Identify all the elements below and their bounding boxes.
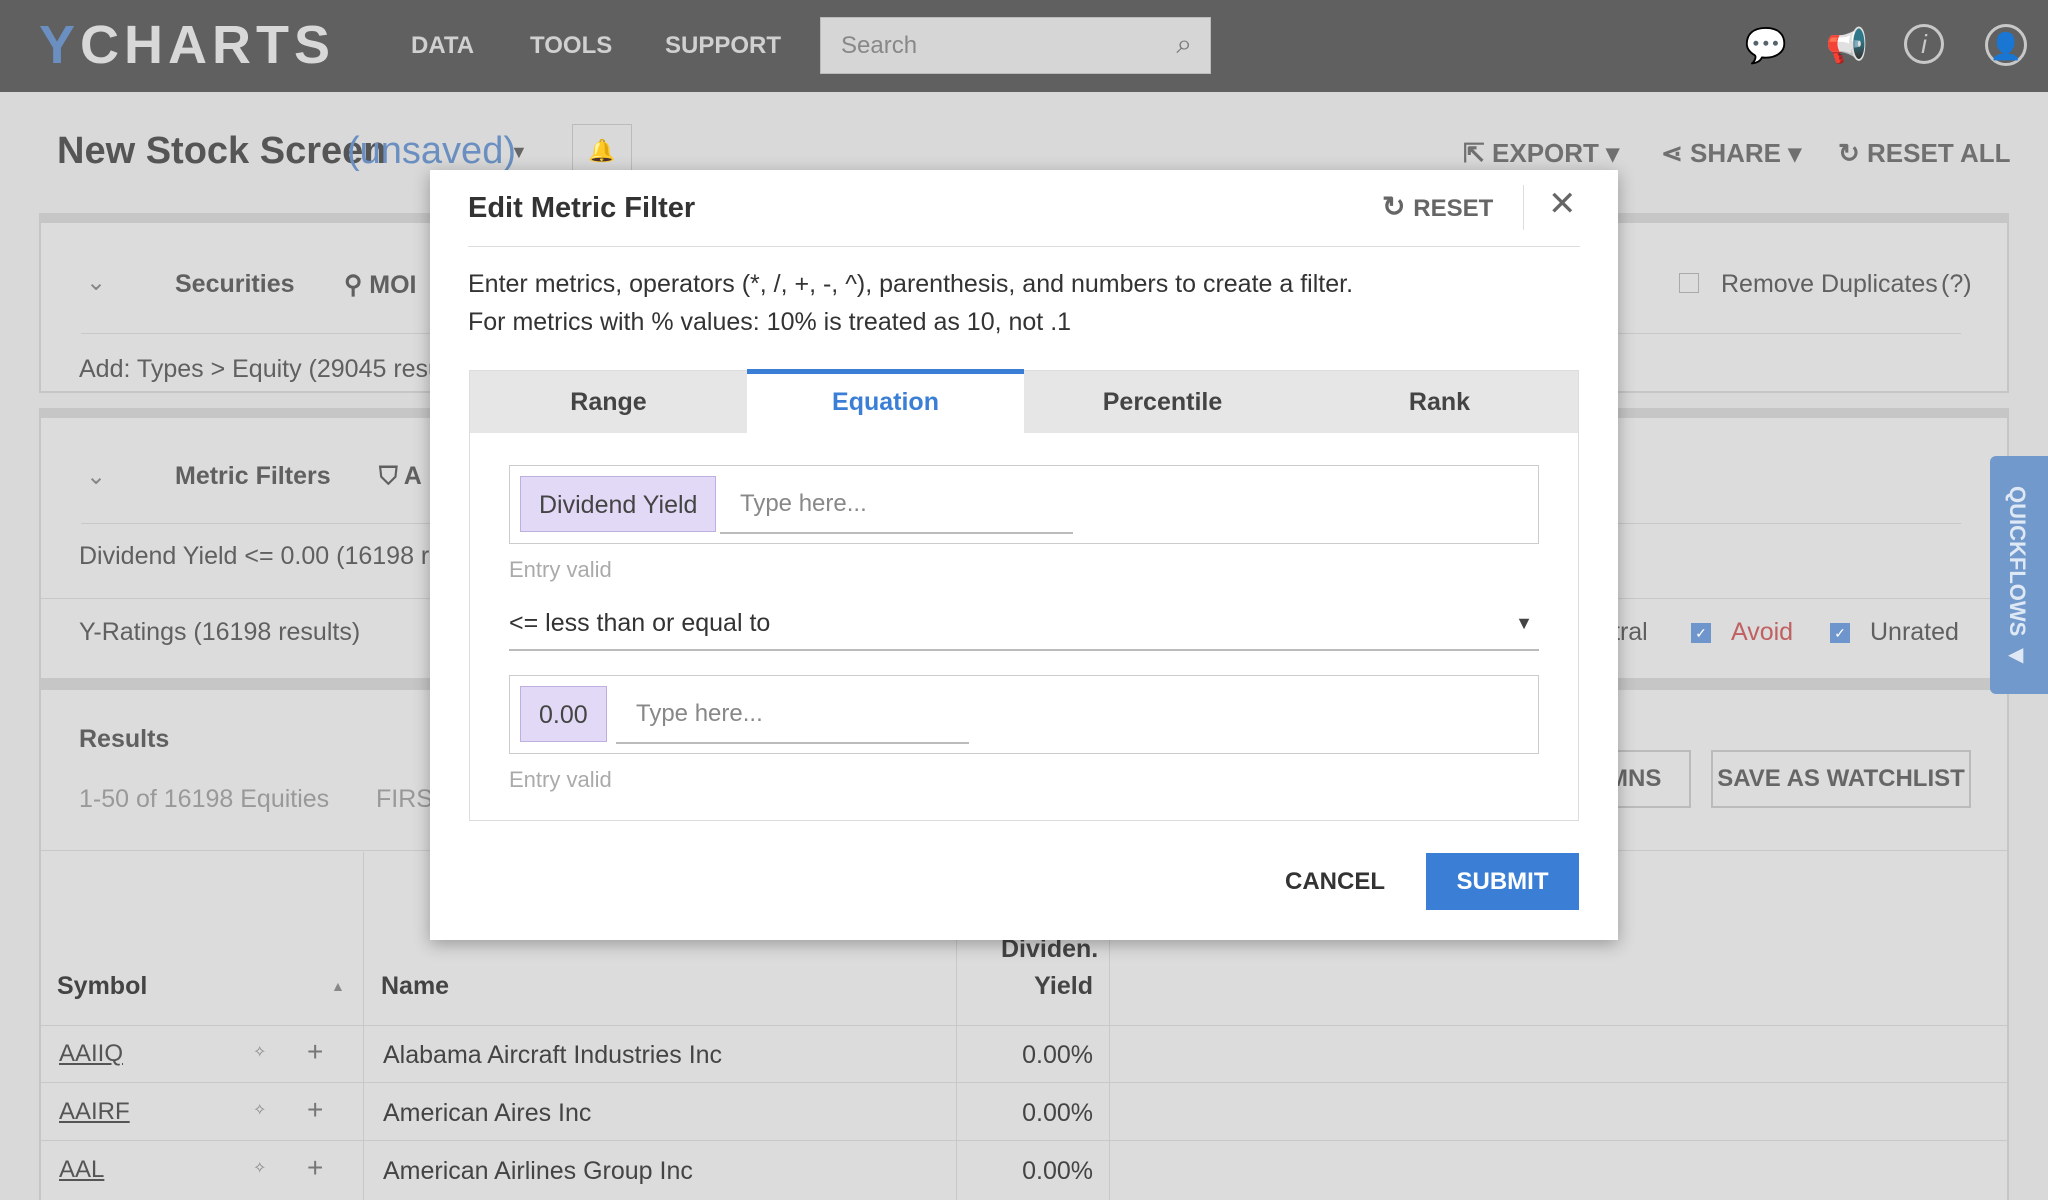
nav-support[interactable]: SUPPORT — [665, 32, 781, 60]
search-placeholder: Search — [841, 32, 918, 59]
metric-chip[interactable]: Dividend Yield — [520, 476, 717, 532]
collapse-icon[interactable]: ⌄ — [86, 462, 106, 491]
info-icon[interactable]: i — [1904, 24, 1944, 64]
symbol-link[interactable]: AAIIQ — [59, 1040, 123, 1068]
search-icon[interactable]: ⌕ — [1176, 28, 1192, 61]
dividend-yield-filter-row[interactable]: Dividend Yield <= 0.00 (16198 res — [79, 542, 456, 571]
table-row[interactable]: AAIRF ✧ + American Aires Inc 0.00% — [41, 1084, 2007, 1141]
reset-label: RESET — [1413, 195, 1494, 222]
reset-all-button[interactable]: ↻ RESET ALL — [1838, 138, 2011, 169]
nav-data[interactable]: DATA — [411, 32, 474, 60]
table-row[interactable]: AAL ✧ + American Airlines Group Inc 0.00… — [41, 1142, 2007, 1199]
plus-icon[interactable]: + — [307, 1036, 323, 1068]
export-label: EXPORT — [1492, 138, 1599, 168]
user-icon[interactable]: 👤 — [1985, 24, 2027, 66]
add-filter-button[interactable]: ⛉ A — [379, 462, 422, 491]
dividend-yield-value: 0.00% — [1022, 1099, 1093, 1127]
reset-button[interactable]: ↻ RESET — [1382, 190, 1493, 223]
tab-rank[interactable]: Rank — [1301, 371, 1578, 433]
close-icon[interactable]: ✕ — [1548, 184, 1577, 224]
value-type-input[interactable]: Type here... — [616, 686, 969, 744]
metric-filters-label: Metric Filters — [175, 462, 331, 490]
pin-icon[interactable]: ✧ — [253, 1042, 266, 1062]
chat-icon[interactable]: 💬 — [1744, 24, 1788, 68]
company-name: Alabama Aircraft Industries Inc — [383, 1041, 723, 1069]
avoid-label: Avoid — [1731, 618, 1794, 646]
sort-asc-icon[interactable]: ▲ — [331, 978, 345, 994]
instructions-line-2: For metrics with % values: 10% is treate… — [468, 308, 1072, 336]
top-bar: YCHARTS DATA TOOLS SUPPORT Search ⌕ 💬 📢 i… — [0, 0, 2048, 92]
unrated-label: Unrated — [1870, 618, 1959, 646]
pin-icon[interactable]: ✧ — [253, 1100, 266, 1120]
mode-label: MOI — [369, 271, 417, 299]
add-filter-label: A — [403, 462, 422, 490]
metric-equation-field[interactable]: Dividend Yield Type here... — [509, 465, 1539, 544]
operator-value: <= less than or equal to — [509, 609, 771, 637]
pin-icon[interactable]: ✧ — [253, 1158, 266, 1178]
quickflows-label: QUICKFLOWS — [2005, 486, 2030, 637]
avoid-checkbox[interactable]: ✓ — [1691, 623, 1711, 643]
dropdown-arrow-icon: ▼ — [1515, 613, 1533, 633]
megaphone-icon[interactable]: 📢 — [1825, 24, 1869, 68]
unrated-checkbox[interactable]: ✓ — [1830, 623, 1850, 643]
submit-button[interactable]: SUBMIT — [1426, 853, 1579, 910]
tab-equation[interactable]: Equation — [747, 369, 1024, 431]
ycharts-logo[interactable]: YCHARTS — [39, 14, 335, 76]
tab-percentile[interactable]: Percentile — [1024, 371, 1301, 433]
tab-panel: Range Equation Percentile Rank Dividend … — [469, 369, 1579, 821]
caret-left-icon: ◀ — [2008, 644, 2024, 666]
help-link[interactable]: (?) — [1941, 270, 1972, 299]
plus-icon[interactable]: + — [307, 1152, 323, 1184]
dividend-yield-value: 0.00% — [1022, 1157, 1093, 1185]
caret-down-icon[interactable]: ▼ — [510, 142, 528, 163]
share-button[interactable]: ⋖ SHARE ▾ — [1661, 138, 1801, 169]
rating-neutral-label: tral — [1613, 618, 1648, 646]
remove-duplicates-checkbox[interactable] — [1679, 273, 1699, 293]
export-button[interactable]: ⇱ EXPORT ▾ — [1463, 138, 1619, 169]
quickflows-tab[interactable]: QUICKFLOWS ◀ — [1990, 456, 2048, 694]
validation-message: Entry valid — [509, 767, 612, 792]
value-equation-field[interactable]: 0.00 Type here... — [509, 675, 1539, 754]
share-label: SHARE — [1690, 138, 1782, 168]
company-name: American Aires Inc — [383, 1099, 592, 1127]
metric-type-input[interactable]: Type here... — [720, 476, 1073, 534]
dividend-yield-value: 0.00% — [1022, 1041, 1093, 1069]
sliders-icon: ⚲ — [344, 271, 370, 299]
securities-filter-row[interactable]: Add: Types > Equity (29045 result — [79, 355, 454, 384]
dividend-yield-header[interactable]: Dividen. Yield — [1001, 935, 1098, 1001]
collapse-icon[interactable]: ⌄ — [86, 268, 106, 297]
reset-all-label: RESET ALL — [1867, 138, 2011, 168]
instructions-line-1: Enter metrics, operators (*, /, +, -, ^)… — [468, 270, 1354, 298]
securities-label: Securities — [175, 270, 295, 298]
bell-icon[interactable]: 🔔 — [572, 124, 632, 176]
plus-icon[interactable]: + — [307, 1094, 323, 1126]
y-ratings-filter-row[interactable]: Y-Ratings (16198 results) — [79, 618, 360, 647]
filter-icon: ⛉ — [379, 462, 404, 490]
search-input[interactable]: Search ⌕ — [820, 17, 1211, 74]
save-as-watchlist-button[interactable]: SAVE AS WATCHLIST — [1711, 750, 1971, 808]
nav-tools[interactable]: TOOLS — [530, 32, 612, 60]
refresh-icon: ↻ — [1382, 191, 1414, 222]
operator-select[interactable]: <= less than or equal to ▼ — [509, 609, 1539, 651]
company-name: American Airlines Group Inc — [383, 1157, 693, 1185]
header-line: Yield — [1034, 972, 1093, 1000]
symbol-link[interactable]: AAL — [59, 1156, 104, 1184]
remove-duplicates-label: Remove Duplicates — [1721, 270, 1938, 298]
cancel-button[interactable]: CANCEL — [1275, 853, 1395, 910]
results-count: 1-50 of 16198 Equities — [79, 785, 330, 813]
symbol-link[interactable]: AAIRF — [59, 1098, 130, 1126]
edit-metric-filter-dialog: Edit Metric Filter ↻ RESET ✕ Enter metri… — [430, 170, 1618, 940]
mode-button[interactable]: ⚲ MOI — [344, 270, 416, 300]
symbol-header[interactable]: Symbol — [57, 972, 147, 1001]
save-status[interactable]: (unsaved) — [347, 130, 516, 173]
value-chip[interactable]: 0.00 — [520, 686, 607, 742]
dialog-title: Edit Metric Filter — [468, 192, 696, 224]
tab-range[interactable]: Range — [470, 371, 747, 433]
results-label: Results — [79, 725, 170, 753]
page-title: New Stock Screen — [57, 130, 387, 172]
name-header[interactable]: Name — [381, 972, 449, 1001]
validation-message: Entry valid — [509, 557, 612, 582]
table-row[interactable]: AAIIQ ✧ + Alabama Aircraft Industries In… — [41, 1026, 2007, 1083]
